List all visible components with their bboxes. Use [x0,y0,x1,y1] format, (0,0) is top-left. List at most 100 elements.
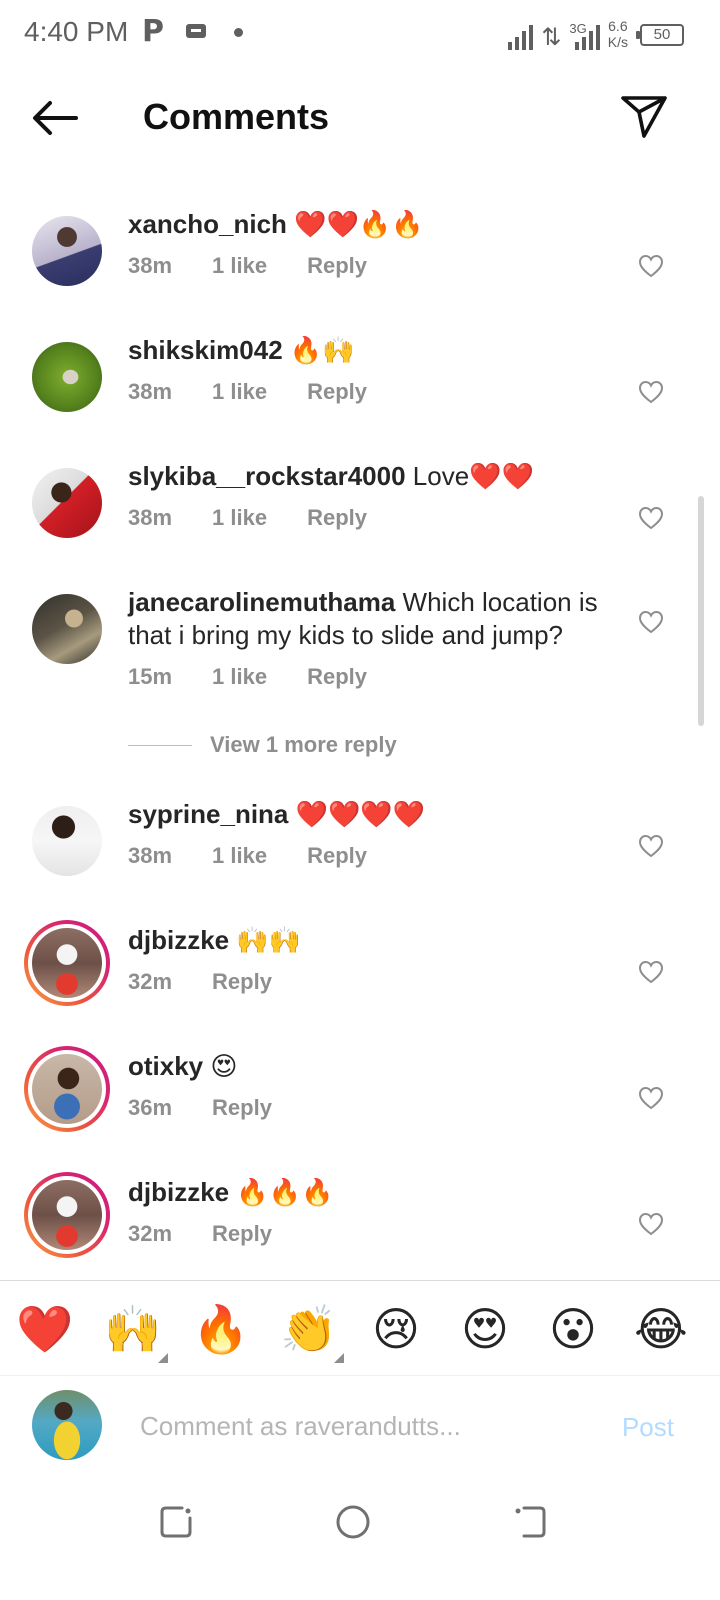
reply-button[interactable]: Reply [307,505,367,531]
post-button[interactable]: Post [622,1412,674,1443]
avatar[interactable] [32,594,102,664]
comment-username[interactable]: syprine_nina [128,799,288,829]
status-bar: 4:40 PM P ⇅ 3G 6.6 K/s 50 [0,0,720,64]
like-count[interactable]: 1 like [212,253,267,279]
speed-value: 6.6 [608,18,628,34]
heart-emoji[interactable]: ❤️ [16,1301,73,1357]
scrollbar[interactable] [698,496,704,726]
home-icon[interactable] [333,1502,373,1542]
comment-item: djbizzke 🙌🙌 32m Reply [0,920,720,1034]
comment-body: xancho_nich ❤️❤️🔥🔥 38m 1 like Reply [128,208,620,279]
comment-text: janecarolinemuthama Which location is th… [128,586,620,652]
raising-hands-emoji[interactable]: 🙌 [104,1301,161,1357]
comment-username[interactable]: shikskim042 [128,335,283,365]
comment-username[interactable]: slykiba__rockstar4000 [128,461,406,491]
comment-item: slykiba__rockstar4000 Love❤️❤️ 38m 1 like… [0,460,720,570]
avatar[interactable] [32,342,102,412]
like-heart-icon[interactable] [638,1086,664,1110]
comment-body: djbizzke 🔥🔥🔥 32m Reply [128,1176,620,1247]
comment-time: 15m [128,664,173,689]
network-type: 3G [569,21,587,36]
view-more-replies[interactable]: View 1 more reply [128,732,397,758]
message-notification-icon [186,24,206,38]
comment-meta: 38m 1 like Reply [128,253,620,279]
fire-emoji[interactable]: 🔥 [192,1301,249,1357]
avatar[interactable] [32,806,102,876]
reply-button[interactable]: Reply [212,1221,272,1247]
comment-item: syprine_nina ❤️❤️❤️❤️ 38m 1 like Reply [0,798,720,908]
comment-time: 38m [128,505,173,530]
comment-text: slykiba__rockstar4000 Love❤️❤️ [128,460,620,493]
comment-body: otixky 😍 36m Reply [128,1050,620,1121]
heart-eyes-emoji[interactable]: 😍 [457,1301,513,1357]
recent-apps-icon[interactable] [156,1502,196,1542]
comment-time: 38m [128,843,173,868]
surprised-face-emoji[interactable]: 😮 [545,1301,601,1357]
comment-content: 🔥🔥🔥 [229,1177,334,1207]
comment-meta: 36m Reply [128,1095,620,1121]
comment-content: Love❤️❤️ [405,461,534,491]
comment-username[interactable]: djbizzke [128,1177,229,1207]
comment-body: shikskim042 🔥🙌 38m 1 like Reply [128,334,620,405]
data-transfer-icon: ⇅ [541,23,562,51]
comment-content: ❤️❤️❤️❤️ [288,799,426,829]
tears-of-joy-emoji[interactable]: 😂 [633,1301,689,1357]
comment-username[interactable]: djbizzke [128,925,229,955]
avatar[interactable] [32,468,102,538]
comment-body: syprine_nina ❤️❤️❤️❤️ 38m 1 like Reply [128,798,620,869]
reply-button[interactable]: Reply [212,1095,272,1121]
comment-time: 38m [128,379,173,404]
story-avatar[interactable] [24,920,110,1006]
like-heart-icon[interactable] [638,1212,664,1236]
back-arrow-icon[interactable] [30,98,80,138]
comment-item: djbizzke 🔥🔥🔥 32m Reply [0,1172,720,1278]
reply-button[interactable]: Reply [307,253,367,279]
comment-body: djbizzke 🙌🙌 32m Reply [128,924,620,995]
comment-username[interactable]: otixky [128,1051,203,1081]
p-app-icon: P [142,14,164,49]
comment-item: otixky 😍 36m Reply [0,1046,720,1160]
like-count[interactable]: 1 like [212,505,267,531]
like-heart-icon[interactable] [638,834,664,858]
reply-button[interactable]: Reply [307,379,367,405]
comment-list[interactable]: xancho_nich ❤️❤️🔥🔥 38m 1 like Reply shiksk… [0,188,720,1278]
story-avatar[interactable] [24,1172,110,1258]
like-count[interactable]: 1 like [212,664,267,690]
comment-username[interactable]: xancho_nich [128,209,287,239]
reply-button[interactable]: Reply [307,664,367,690]
battery-icon: 50 [636,24,684,46]
comment-content: 🙌🙌 [229,925,302,955]
comment-username[interactable]: janecarolinemuthama [128,587,395,617]
status-indicators: ⇅ 3G 6.6 K/s 50 [508,14,684,50]
reply-button[interactable]: Reply [212,969,272,995]
clapping-hands-emoji[interactable]: 👏 [280,1301,337,1357]
comment-meta: 15m 1 like Reply [128,664,620,690]
own-avatar [32,1390,102,1460]
story-avatar[interactable] [24,1046,110,1132]
like-heart-icon[interactable] [638,610,664,634]
like-heart-icon[interactable] [638,960,664,984]
comment-item: xancho_nich ❤️❤️🔥🔥 38m 1 like Reply [0,208,720,318]
like-count[interactable]: 1 like [212,379,267,405]
system-nav-bar [0,1480,720,1600]
back-nav-icon[interactable] [510,1502,550,1542]
reply-button[interactable]: Reply [307,843,367,869]
like-heart-icon[interactable] [638,380,664,404]
crying-face-emoji[interactable]: 😢 [368,1301,424,1357]
comment-text: djbizzke 🙌🙌 [128,924,620,957]
avatar [32,1180,102,1250]
like-count[interactable]: 1 like [212,843,267,869]
comment-meta: 38m 1 like Reply [128,505,620,531]
view-more-label[interactable]: View 1 more reply [210,732,397,758]
comment-input[interactable] [140,1404,580,1448]
avatar[interactable] [32,216,102,286]
comment-text: djbizzke 🔥🔥🔥 [128,1176,620,1209]
like-heart-icon[interactable] [638,254,664,278]
comment-meta: 32m Reply [128,969,620,995]
like-heart-icon[interactable] [638,506,664,530]
comment-text: syprine_nina ❤️❤️❤️❤️ [128,798,620,831]
emoji-reaction-bar: ❤️ 🙌 🔥 👏 😢 😍 😮 😂 [0,1280,720,1376]
comment-time: 36m [128,1095,173,1120]
comment-meta: 38m 1 like Reply [128,379,620,405]
send-icon[interactable] [620,94,668,140]
